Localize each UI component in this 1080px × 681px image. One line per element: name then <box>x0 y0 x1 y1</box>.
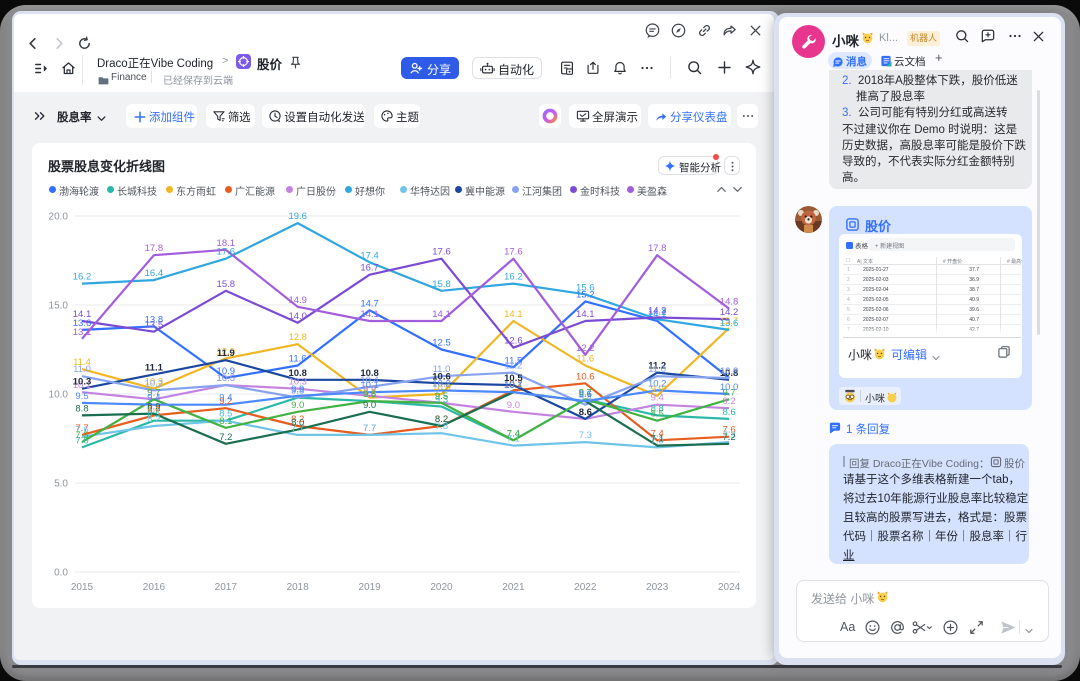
svg-text:12.8: 12.8 <box>288 332 307 343</box>
svg-text:14.8: 14.8 <box>720 297 739 308</box>
svg-text:8.0: 8.0 <box>291 418 304 429</box>
svg-text:9.9: 9.9 <box>291 384 304 395</box>
svg-text:14.3: 14.3 <box>648 306 667 317</box>
svg-text:14.1: 14.1 <box>504 309 523 320</box>
svg-text:14.7: 14.7 <box>360 298 379 309</box>
svg-text:8.1: 8.1 <box>219 416 232 427</box>
svg-text:Aa: Aa <box>840 620 855 634</box>
svg-text:16.4: 16.4 <box>145 268 164 279</box>
svg-text:8.2: 8.2 <box>147 414 160 425</box>
svg-text:17.8: 17.8 <box>648 243 667 254</box>
svg-text:8.6: 8.6 <box>579 407 592 418</box>
svg-text:10.0: 10.0 <box>720 382 739 393</box>
svg-text:10.2: 10.2 <box>648 378 667 389</box>
svg-text:13.6: 13.6 <box>720 318 739 329</box>
svg-text:2023: 2023 <box>646 582 669 593</box>
svg-text:9.4: 9.4 <box>219 393 232 404</box>
svg-text:10.1: 10.1 <box>504 380 523 391</box>
svg-text:19.6: 19.6 <box>288 211 307 222</box>
svg-text:16.2: 16.2 <box>504 272 523 283</box>
svg-text:11.6: 11.6 <box>576 354 594 365</box>
svg-text:8.5: 8.5 <box>651 409 664 420</box>
svg-text:15.8: 15.8 <box>432 279 451 290</box>
svg-text:16.7: 16.7 <box>360 263 379 274</box>
svg-text:8.8: 8.8 <box>75 403 88 414</box>
svg-text:13.1: 13.1 <box>73 327 92 338</box>
svg-text:14.0: 14.0 <box>288 311 307 322</box>
svg-text:2015: 2015 <box>71 582 94 593</box>
svg-text:15.6: 15.6 <box>576 282 595 293</box>
svg-text:2019: 2019 <box>358 582 381 593</box>
svg-text:11.9: 11.9 <box>217 348 235 359</box>
svg-text:7.2: 7.2 <box>219 432 232 443</box>
svg-text:7.2: 7.2 <box>722 432 735 443</box>
svg-text:9.0: 9.0 <box>291 400 304 411</box>
svg-text:11.6: 11.6 <box>289 354 307 365</box>
svg-text:15.0: 15.0 <box>49 301 69 312</box>
svg-text:14.2: 14.2 <box>720 307 739 318</box>
svg-text:11.2: 11.2 <box>505 361 523 372</box>
svg-text:10.3: 10.3 <box>73 377 92 388</box>
svg-text:2024: 2024 <box>718 582 741 593</box>
svg-text:11.1: 11.1 <box>145 362 164 373</box>
svg-text:9.5: 9.5 <box>75 391 88 402</box>
svg-text:13.5: 13.5 <box>145 320 164 331</box>
svg-text:17.6: 17.6 <box>504 247 523 258</box>
svg-text:14.1: 14.1 <box>576 309 595 320</box>
svg-text:12.2: 12.2 <box>576 343 595 354</box>
svg-text:8.6: 8.6 <box>722 407 735 418</box>
svg-text:11.0: 11.0 <box>73 364 91 375</box>
svg-text:10.2: 10.2 <box>432 378 451 389</box>
svg-text:14.1: 14.1 <box>73 309 92 320</box>
svg-text:14.9: 14.9 <box>288 295 307 306</box>
svg-text:10.9: 10.9 <box>720 366 739 377</box>
svg-text:16.2: 16.2 <box>73 272 92 283</box>
svg-text:5.0: 5.0 <box>54 479 68 490</box>
svg-text:10.1: 10.1 <box>360 380 379 391</box>
svg-text:20.0: 20.0 <box>49 212 69 223</box>
svg-text:7.7: 7.7 <box>363 423 376 434</box>
svg-text:2016: 2016 <box>143 582 166 593</box>
svg-text:9.0: 9.0 <box>507 400 520 411</box>
svg-text:7.3: 7.3 <box>579 430 592 441</box>
svg-text:17.6: 17.6 <box>432 247 451 258</box>
svg-text:10.5: 10.5 <box>217 373 236 384</box>
svg-text:0.0: 0.0 <box>54 568 68 579</box>
svg-text:10.6: 10.6 <box>576 371 595 382</box>
svg-text:2020: 2020 <box>430 582 453 593</box>
svg-text:9.4: 9.4 <box>147 393 160 404</box>
svg-text:12.6: 12.6 <box>504 336 523 347</box>
svg-text:10.0: 10.0 <box>49 390 69 401</box>
svg-text:9.4: 9.4 <box>651 393 664 404</box>
svg-text:2017: 2017 <box>215 582 238 593</box>
svg-text:12.5: 12.5 <box>432 338 451 349</box>
svg-text:7.3: 7.3 <box>75 430 88 441</box>
svg-text:18.1: 18.1 <box>217 238 236 249</box>
svg-text:9.6: 9.6 <box>579 389 592 400</box>
svg-text:14.1: 14.1 <box>432 309 451 320</box>
svg-text:11.0: 11.0 <box>433 364 451 375</box>
svg-text:2018: 2018 <box>287 582 310 593</box>
svg-text:2022: 2022 <box>574 582 597 593</box>
svg-text:17.8: 17.8 <box>145 243 164 254</box>
svg-text:7.4: 7.4 <box>507 428 520 439</box>
svg-text:8.2: 8.2 <box>435 414 448 425</box>
svg-text:10.8: 10.8 <box>288 368 307 379</box>
svg-text:9.0: 9.0 <box>363 400 376 411</box>
svg-text:14.1: 14.1 <box>360 309 379 320</box>
svg-text:7.1: 7.1 <box>651 434 664 445</box>
svg-text:17.4: 17.4 <box>360 250 379 261</box>
svg-text:2021: 2021 <box>502 582 525 593</box>
svg-text:11.0: 11.0 <box>648 364 666 375</box>
svg-text:15.8: 15.8 <box>217 279 236 290</box>
svg-text:9.5: 9.5 <box>435 391 448 402</box>
